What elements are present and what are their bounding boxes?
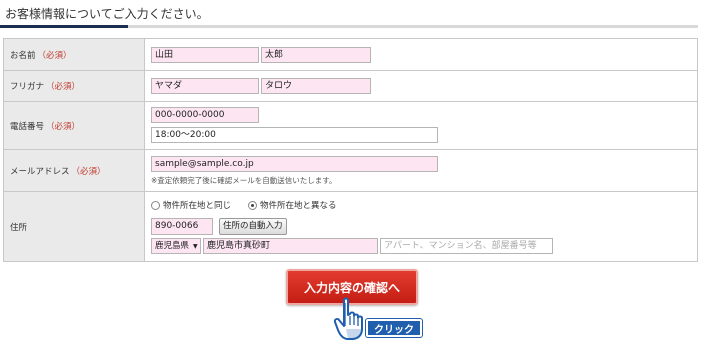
name-label: お名前 [10,50,36,61]
last-name-kana-input[interactable]: ヤマダ [151,78,259,94]
required-mark: （必須） [37,50,72,61]
address-row: 住所 物件所在地と同じ 物件所在地と異なる 890-0066 住所の自動入力 鹿… [4,191,697,261]
pointing-hand-cursor-icon [333,297,363,340]
auto-fill-address-button[interactable]: 住所の自動入力 [219,218,287,235]
first-name-kana-input[interactable]: タロウ [261,78,371,94]
heading-rule [0,25,698,28]
email-note: ※査定依頼完了後に確認メールを自動送信いたします。 [151,176,337,185]
dropdown-arrow-icon: ▼ [193,243,198,250]
phone-number-input[interactable]: 000-0000-0000 [151,107,259,123]
address-value-cell: 物件所在地と同じ 物件所在地と異なる 890-0066 住所の自動入力 鹿児島県… [145,192,697,261]
radio-same-address[interactable]: 物件所在地と同じ [151,199,231,211]
phone-row: 電話番号 （必須） 000-0000-0000 18:00～20:00 [4,101,697,149]
phone-label-cell: 電話番号 （必須） [4,102,145,149]
postal-code-input[interactable]: 890-0066 [151,218,213,235]
heading-rule-accent [0,25,128,28]
name-row: お名前 （必須） 山田 太郎 [4,39,697,70]
prefecture-select[interactable]: 鹿児島県 ▼ [151,238,201,254]
furigana-label-cell: フリガナ （必須） [4,71,145,101]
building-input[interactable]: アパート、マンション名、部屋番号等 [380,238,553,254]
furigana-row: フリガナ （必須） ヤマダ タロウ [4,70,697,101]
required-mark: （必須） [46,82,81,92]
address-label-cell: 住所 [4,192,145,261]
last-name-input[interactable]: 山田 [151,47,259,63]
name-label-cell: お名前 （必須） [4,39,145,70]
email-input[interactable]: sample@sample.co.jp [151,156,438,172]
contact-time-input[interactable]: 18:00～20:00 [151,127,438,143]
prefecture-value: 鹿児島県 [155,241,190,251]
radio-different-address[interactable]: 物件所在地と異なる [248,199,337,211]
radio-circle-icon [151,200,160,210]
email-label-cell: メールアドレス （必須） [4,150,145,191]
email-label: メールアドレス [10,166,70,177]
first-name-input[interactable]: 太郎 [261,47,371,63]
radio-different-label: 物件所在地と異なる [260,201,337,211]
phone-label: 電話番号 [10,121,45,132]
required-mark: （必須） [46,121,81,132]
radio-same-label: 物件所在地と同じ [163,201,232,211]
phone-value-cell: 000-0000-0000 18:00～20:00 [145,102,697,149]
furigana-label: フリガナ [10,82,45,92]
radio-selected-icon [248,200,257,210]
address-label: 住所 [10,222,28,233]
furigana-value-cell: ヤマダ タロウ [145,71,697,101]
customer-info-form: お名前 （必須） 山田 太郎 フリガナ （必須） ヤマダ タロウ 電話番号 （必須） … [3,38,698,262]
required-mark: （必須） [71,166,106,177]
city-input[interactable]: 鹿児島市真砂町 [203,238,378,254]
click-badge: クリック [366,319,422,337]
name-value-cell: 山田 太郎 [145,39,697,70]
email-row: メールアドレス （必須） sample@sample.co.jp ※査定依頼完了後… [4,149,697,191]
email-value-cell: sample@sample.co.jp ※査定依頼完了後に確認メールを自動送信い… [145,150,697,191]
page-heading: お客様情報についてご入力ください。 [5,7,209,21]
